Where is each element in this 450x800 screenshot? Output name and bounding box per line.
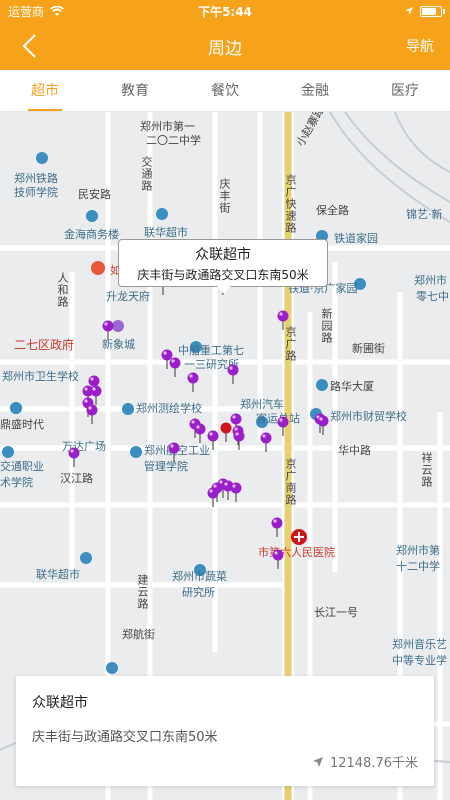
supermarket-marker-icon[interactable] (259, 432, 273, 452)
location-arrow-icon (312, 756, 323, 767)
map-label: 建云路 (136, 574, 149, 610)
map-label: 路华大厦 (330, 380, 374, 393)
tab-4[interactable]: 医疗 (360, 70, 450, 111)
map-label: 二〇二中学 (146, 134, 201, 147)
map-label: 京广快速路 (284, 174, 297, 234)
supermarket-marker-icon[interactable] (270, 517, 284, 537)
map-label: 交通职业 (0, 460, 44, 473)
poi-distance: 12148.76千米 (312, 752, 418, 771)
map-label: 郑州市第 (396, 544, 440, 557)
app-header: 运营商 下午5:44 周边 导航 (0, 0, 450, 70)
nav-bar: 周边 导航 (0, 22, 450, 70)
battery-icon (420, 5, 445, 17)
map-label: 市第六人民医院 (258, 546, 335, 559)
map-label: 联华超市 (36, 568, 80, 581)
map-label: 保全路 (316, 204, 349, 217)
wifi-icon (50, 5, 65, 16)
map-label: 汉江路 (60, 472, 93, 485)
tab-0[interactable]: 超市 (0, 70, 90, 111)
battery-level (422, 7, 437, 15)
supermarket-marker-icon[interactable] (167, 442, 181, 462)
map-label: 联华超市 (144, 226, 188, 239)
status-time: 下午5:44 (198, 4, 252, 19)
supermarket-marker-icon[interactable] (206, 430, 220, 450)
map-label: 新园路 (320, 308, 333, 344)
map-callout[interactable]: 众联超市 庆丰街与政通路交叉口东南50米 (118, 239, 328, 294)
map-label: 升龙天府 (106, 290, 150, 303)
supermarket-marker-icon[interactable] (276, 416, 290, 436)
supermarket-marker-icon[interactable] (101, 320, 115, 340)
status-bar: 运营商 下午5:44 (0, 0, 450, 22)
supermarket-marker-icon[interactable] (67, 447, 81, 467)
supermarket-marker-icon[interactable] (276, 310, 290, 330)
map-label: 祥云路 (420, 452, 433, 488)
map-label: 华中路 (338, 444, 371, 457)
map-label: 郑州测绘学校 (136, 402, 202, 415)
map-label: 交通路 (140, 156, 153, 192)
map-label: 铁道家园 (334, 232, 378, 245)
map-label: 研究所 (182, 586, 215, 599)
map-label: 管理学院 (144, 460, 188, 473)
distance-value: 12148.76千米 (329, 756, 418, 771)
supermarket-marker-icon[interactable] (168, 357, 182, 377)
map-label: 人和路 (56, 272, 69, 308)
poi-name: 众联超市 (32, 695, 88, 711)
navigate-button[interactable]: 导航 (406, 36, 434, 56)
map-label: 鼎盛时代 (0, 418, 44, 431)
location-arrow-icon (405, 7, 413, 15)
supermarket-marker-icon[interactable] (316, 415, 330, 435)
tab-2[interactable]: 餐饮 (180, 70, 270, 111)
map-label: 京广路 (284, 326, 297, 362)
back-chevron-icon[interactable] (18, 32, 44, 60)
supermarket-marker-icon[interactable] (271, 549, 285, 569)
poi-info-card[interactable]: 众联超市 庆丰街与政通路交叉口东南50米 12148.76千米 (16, 676, 434, 786)
map-label: 民安路 (78, 188, 111, 201)
tab-1[interactable]: 教育 (90, 70, 180, 111)
map-label: 郑州市财贸学校 (330, 410, 407, 423)
carrier-label: 运营商 (8, 4, 45, 19)
supermarket-marker-icon[interactable] (85, 404, 99, 424)
map-label: 长江一号 (314, 606, 358, 619)
category-tabs: 超市 教育 餐饮 金融 医疗 (0, 70, 450, 112)
map-label: 金海商务楼 (64, 228, 119, 241)
tab-3[interactable]: 金融 (270, 70, 360, 111)
supermarket-marker-icon[interactable] (232, 430, 246, 450)
supermarket-marker-icon[interactable] (186, 372, 200, 392)
map-label: 零七中 (416, 290, 449, 303)
map-label: 中等专业学 (392, 654, 447, 667)
map-label: 郑州市蔬菜 (172, 570, 227, 583)
map-label: 郑州市卫生学校 (2, 370, 79, 383)
supermarket-marker-icon[interactable] (206, 487, 220, 507)
map-label: 十二中学 (396, 560, 440, 573)
map-label: 郑州音乐艺 (392, 638, 447, 651)
supermarket-marker-icon[interactable] (193, 423, 207, 443)
poi-address: 庆丰街与政通路交叉口东南50米 (32, 730, 218, 745)
map-label: 锦艺·新 (406, 208, 443, 221)
map-label: 术学院 (0, 476, 33, 489)
map-label: 二七区政府 (14, 338, 75, 352)
map-label: 庆丰街 (218, 178, 231, 214)
page-title: 周边 (208, 38, 242, 59)
callout-address: 庆丰街与政通路交叉口东南50米 (137, 268, 309, 282)
supermarket-marker-icon[interactable] (226, 364, 240, 384)
callout-name: 众联超市 (195, 247, 251, 263)
map-label: 京广南路 (284, 458, 297, 506)
supermarket-marker-icon[interactable] (229, 482, 243, 502)
map-label: 郑州市 (414, 274, 447, 287)
map-label: 技师学院 (14, 186, 58, 199)
selected-marker-icon[interactable] (219, 422, 233, 442)
map-label: 郑航街 (122, 628, 155, 641)
map-label: 新圃街 (352, 342, 385, 355)
